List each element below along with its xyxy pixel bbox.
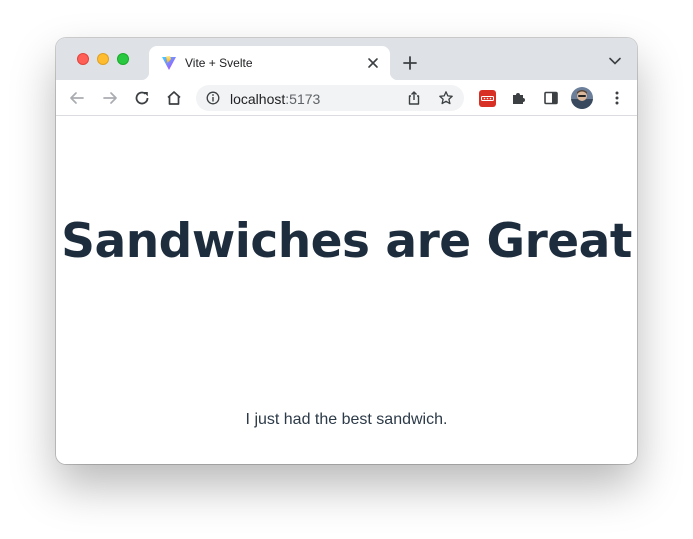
maximize-window-button[interactable] [117, 53, 129, 65]
avatar[interactable] [571, 87, 593, 109]
star-icon[interactable] [438, 90, 454, 106]
close-window-button[interactable] [77, 53, 89, 65]
chevron-down-icon[interactable] [608, 56, 622, 66]
page-paragraph: I just had the best sandwich. [245, 411, 448, 428]
arrow-right-icon[interactable] [101, 89, 119, 107]
arrow-left-icon[interactable] [68, 89, 86, 107]
reload-icon[interactable] [133, 89, 151, 107]
address-bar[interactable]: localhost:5173 [196, 85, 464, 111]
home-icon[interactable] [165, 89, 183, 107]
puzzle-icon[interactable] [510, 89, 528, 107]
password-manager-icon[interactable] [479, 90, 496, 107]
url-text[interactable]: localhost:5173 [230, 91, 320, 107]
tab-active[interactable]: Vite + Svelte [141, 46, 398, 80]
plus-icon[interactable] [400, 53, 420, 73]
share-icon[interactable] [406, 90, 422, 106]
kebab-menu-icon[interactable] [608, 89, 626, 107]
url-host: localhost [230, 91, 286, 107]
info-icon[interactable] [206, 91, 220, 105]
browser-window: Vite + Svelte localhost:5173 Sandwiches … [56, 38, 637, 464]
page-content: Sandwiches are Great I just had the best… [56, 116, 637, 464]
browser-toolbar: localhost:5173 [56, 80, 637, 116]
vite-logo-icon [162, 56, 176, 70]
url-port: :5173 [285, 91, 321, 107]
minimize-window-button[interactable] [97, 53, 109, 65]
tab-strip: Vite + Svelte [56, 38, 637, 80]
tab-title: Vite + Svelte [185, 56, 253, 70]
page-title: Sandwiches are Great [61, 214, 632, 269]
close-icon[interactable] [366, 56, 380, 70]
side-panel-icon[interactable] [542, 89, 560, 107]
